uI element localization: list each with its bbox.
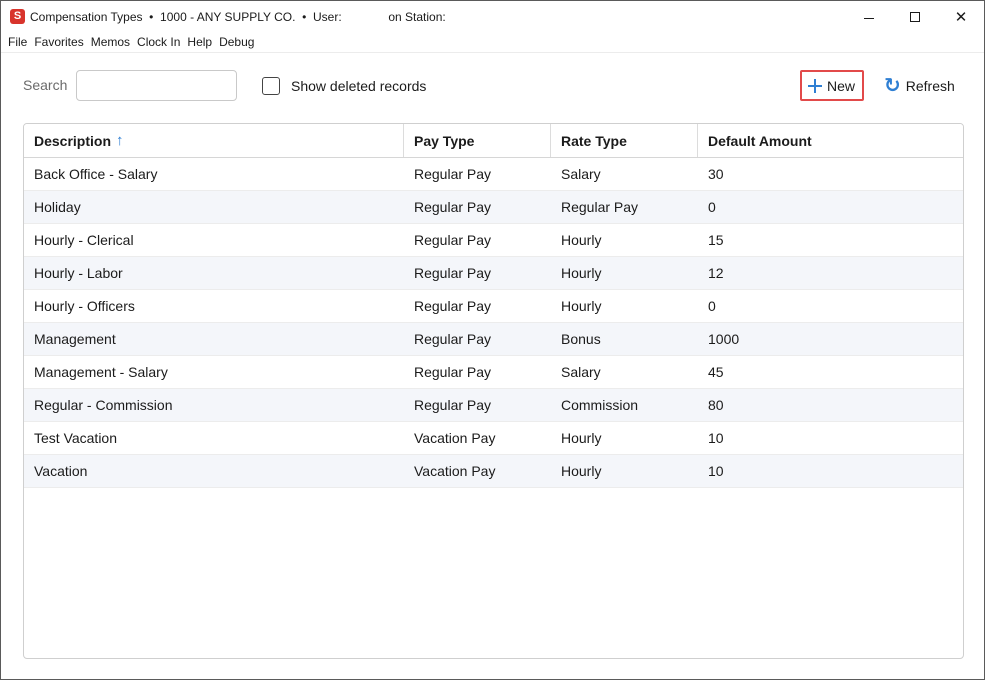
cell-description: Test Vacation: [34, 430, 118, 446]
refresh-button-label: Refresh: [905, 77, 955, 94]
cell-description: Back Office - Salary: [34, 166, 158, 182]
compensation-types-grid: Description ↑ Pay Type Rate Type Default…: [23, 123, 964, 659]
minimize-button[interactable]: [846, 1, 892, 33]
column-header-default-amount[interactable]: Default Amount: [698, 124, 963, 157]
cell-description: Hourly - Labor: [34, 265, 123, 281]
cell-default-amount: 45: [708, 364, 724, 380]
menu-debug[interactable]: Debug: [215, 34, 257, 51]
app-logo-icon: S: [10, 9, 25, 24]
cell-pay-type: Regular Pay: [414, 199, 492, 215]
cell-rate-type: Salary: [561, 364, 601, 380]
cell-description: Management: [34, 331, 116, 347]
cell-default-amount: 0: [708, 199, 716, 215]
cell-description: Hourly - Clerical: [34, 232, 134, 248]
menu-file[interactable]: File: [1, 34, 30, 51]
cell-default-amount: 12: [708, 265, 724, 281]
table-row[interactable]: Test Vacation Vacation Pay Hourly 10: [24, 422, 963, 455]
title-bar[interactable]: S Compensation Types • 1000 - ANY SUPPLY…: [1, 1, 984, 33]
column-header-label: Pay Type: [414, 132, 475, 149]
cell-default-amount: 1000: [708, 331, 740, 347]
grid-body: Back Office - Salary Regular Pay Salary …: [24, 158, 963, 488]
cell-pay-type: Regular Pay: [414, 166, 492, 182]
cell-description: Hourly - Officers: [34, 298, 135, 314]
close-button[interactable]: ✕: [938, 1, 984, 33]
search-input[interactable]: [76, 70, 237, 101]
cell-pay-type: Regular Pay: [414, 232, 492, 248]
menu-help[interactable]: Help: [183, 34, 215, 51]
cell-rate-type: Bonus: [561, 331, 601, 347]
cell-rate-type: Hourly: [561, 430, 602, 446]
table-row[interactable]: Back Office - Salary Regular Pay Salary …: [24, 158, 963, 191]
cell-default-amount: 10: [708, 430, 724, 446]
cell-rate-type: Regular Pay: [561, 199, 639, 215]
close-icon: ✕: [954, 8, 968, 26]
cell-description: Regular - Commission: [34, 397, 173, 413]
cell-description: Vacation: [34, 463, 88, 479]
cell-rate-type: Hourly: [561, 232, 602, 248]
cell-pay-type: Vacation Pay: [414, 430, 496, 446]
plus-icon: [808, 78, 822, 93]
sort-ascending-icon: ↑: [116, 132, 124, 149]
cell-description: Holiday: [34, 199, 81, 215]
cell-rate-type: Commission: [561, 397, 639, 413]
column-header-description[interactable]: Description ↑: [24, 124, 404, 157]
table-row[interactable]: Hourly - Clerical Regular Pay Hourly 15: [24, 224, 963, 257]
grid-header: Description ↑ Pay Type Rate Type Default…: [24, 124, 963, 158]
app-window: S Compensation Types • 1000 - ANY SUPPLY…: [0, 0, 985, 680]
maximize-icon: [910, 12, 920, 22]
column-header-label: Default Amount: [708, 132, 812, 149]
column-header-pay-type[interactable]: Pay Type: [404, 124, 551, 157]
cell-default-amount: 10: [708, 463, 724, 479]
show-deleted-checkbox[interactable]: [262, 77, 280, 95]
new-button[interactable]: New: [800, 70, 864, 101]
cell-pay-type: Vacation Pay: [414, 463, 496, 479]
window-title: Compensation Types • 1000 - ANY SUPPLY C…: [30, 10, 446, 24]
search-label: Search: [23, 77, 68, 93]
cell-default-amount: 0: [708, 298, 716, 314]
maximize-button[interactable]: [892, 1, 938, 33]
refresh-icon: ↻: [884, 74, 901, 97]
table-row[interactable]: Management - Salary Regular Pay Salary 4…: [24, 356, 963, 389]
menu-divider: [1, 52, 984, 53]
column-header-label: Description: [34, 132, 112, 149]
cell-description: Management - Salary: [34, 364, 168, 380]
cell-pay-type: Regular Pay: [414, 397, 492, 413]
column-header-rate-type[interactable]: Rate Type: [551, 124, 698, 157]
menu-bar: File Favorites Memos Clock In Help Debug: [1, 34, 257, 51]
cell-default-amount: 15: [708, 232, 724, 248]
menu-clock-in[interactable]: Clock In: [133, 34, 183, 51]
cell-rate-type: Salary: [561, 166, 601, 182]
column-header-label: Rate Type: [561, 132, 627, 149]
cell-default-amount: 80: [708, 397, 724, 413]
table-row[interactable]: Regular - Commission Regular Pay Commiss…: [24, 389, 963, 422]
table-row[interactable]: Management Regular Pay Bonus 1000: [24, 323, 963, 356]
cell-default-amount: 30: [708, 166, 724, 182]
show-deleted-label[interactable]: Show deleted records: [291, 78, 426, 94]
refresh-button[interactable]: ↻ Refresh: [881, 70, 955, 101]
cell-pay-type: Regular Pay: [414, 298, 492, 314]
cell-pay-type: Regular Pay: [414, 331, 492, 347]
table-row[interactable]: Vacation Vacation Pay Hourly 10: [24, 455, 963, 488]
cell-rate-type: Hourly: [561, 463, 602, 479]
new-button-label: New: [827, 77, 856, 94]
menu-favorites[interactable]: Favorites: [30, 34, 86, 51]
cell-rate-type: Hourly: [561, 265, 602, 281]
table-row[interactable]: Hourly - Officers Regular Pay Hourly 0: [24, 290, 963, 323]
menu-memos[interactable]: Memos: [87, 34, 133, 51]
cell-rate-type: Hourly: [561, 298, 602, 314]
cell-pay-type: Regular Pay: [414, 364, 492, 380]
cell-pay-type: Regular Pay: [414, 265, 492, 281]
table-row[interactable]: Hourly - Labor Regular Pay Hourly 12: [24, 257, 963, 290]
table-row[interactable]: Holiday Regular Pay Regular Pay 0: [24, 191, 963, 224]
minimize-icon: [864, 17, 874, 19]
